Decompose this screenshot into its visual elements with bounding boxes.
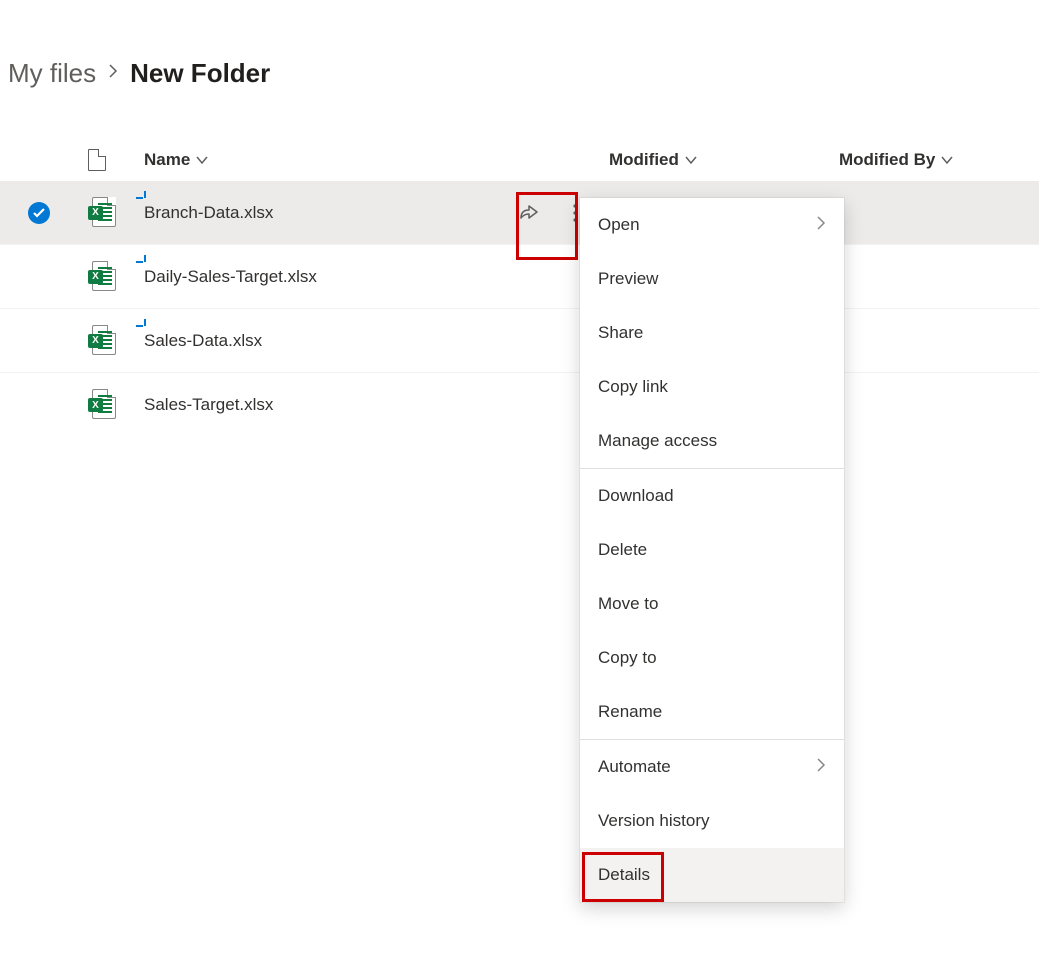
menu-item-label: Automate	[598, 757, 671, 777]
menu-item-label: Rename	[598, 702, 662, 722]
column-name-label: Name	[144, 150, 190, 170]
column-modifiedby-header[interactable]: Modified By	[839, 150, 1039, 170]
menu-item-version-history[interactable]: Version history	[580, 794, 844, 848]
file-row[interactable]: X Branch-Data.xlsx	[0, 181, 1039, 245]
menu-item-automate[interactable]: Automate	[580, 740, 844, 794]
file-icon	[88, 149, 106, 171]
chevron-right-icon	[816, 757, 826, 777]
excel-icon: X	[88, 197, 116, 229]
column-modifiedby-label: Modified By	[839, 150, 935, 170]
menu-item-manage-access[interactable]: Manage access	[580, 414, 844, 468]
column-modified-label: Modified	[609, 150, 679, 170]
menu-item-label: Details	[598, 865, 650, 885]
file-name-label: Sales-Target.xlsx	[144, 395, 273, 415]
file-name-label: Daily-Sales-Target.xlsx	[144, 267, 317, 287]
row-select[interactable]	[28, 202, 88, 224]
new-item-indicator-icon	[136, 255, 150, 269]
menu-item-label: Manage access	[598, 431, 717, 451]
menu-item-copy-link[interactable]: Copy link	[580, 360, 844, 414]
new-item-indicator-icon	[136, 191, 150, 205]
menu-item-label: Move to	[598, 594, 658, 614]
chevron-down-icon	[196, 150, 208, 170]
menu-item-label: Share	[598, 323, 643, 343]
file-row[interactable]: X Sales-Data.xlsx	[0, 309, 1039, 373]
breadcrumb: My files New Folder	[0, 0, 1039, 89]
menu-item-rename[interactable]: Rename	[580, 685, 844, 739]
menu-item-open[interactable]: Open	[580, 198, 844, 252]
excel-icon: X	[88, 389, 116, 421]
menu-item-copy-to[interactable]: Copy to	[580, 631, 844, 685]
file-list: Name Modified Modified By X	[0, 139, 1039, 437]
column-modified-header[interactable]: Modified	[609, 150, 839, 170]
menu-item-preview[interactable]: Preview	[580, 252, 844, 306]
file-name-label: Sales-Data.xlsx	[144, 331, 262, 351]
file-type-cell: X	[88, 389, 144, 421]
column-filetype	[88, 149, 144, 171]
menu-item-delete[interactable]: Delete	[580, 523, 844, 577]
menu-item-label: Open	[598, 215, 640, 235]
table-header-row: Name Modified Modified By	[0, 139, 1039, 181]
breadcrumb-current-label: New Folder	[130, 58, 270, 89]
menu-item-label: Delete	[598, 540, 647, 560]
breadcrumb-parent-label: My files	[8, 58, 96, 88]
chevron-down-icon	[941, 150, 953, 170]
chevron-right-icon	[108, 63, 118, 84]
file-name-cell[interactable]: Branch-Data.xlsx	[144, 203, 489, 223]
excel-icon: X	[88, 261, 116, 293]
menu-item-share[interactable]: Share	[580, 306, 844, 360]
file-name-cell[interactable]: Sales-Target.xlsx	[144, 395, 489, 415]
menu-item-label: Preview	[598, 269, 658, 289]
file-row[interactable]: X Daily-Sales-Target.xlsx	[0, 245, 1039, 309]
share-icon[interactable]	[517, 200, 539, 225]
new-item-indicator-icon	[136, 319, 150, 333]
menu-item-label: Download	[598, 486, 674, 506]
file-row[interactable]: X Sales-Target.xlsx	[0, 373, 1039, 437]
file-name-label: Branch-Data.xlsx	[144, 203, 273, 223]
file-name-cell[interactable]: Daily-Sales-Target.xlsx	[144, 267, 489, 287]
menu-item-label: Copy to	[598, 648, 657, 668]
context-menu: Open Preview Share Copy link Manage acce…	[580, 198, 844, 902]
excel-icon: X	[88, 325, 116, 357]
file-name-cell[interactable]: Sales-Data.xlsx	[144, 331, 489, 351]
menu-item-label: Version history	[598, 811, 710, 831]
menu-item-download[interactable]: Download	[580, 469, 844, 523]
checkmark-icon	[28, 202, 50, 224]
breadcrumb-parent-link[interactable]: My files	[8, 58, 96, 89]
menu-item-move-to[interactable]: Move to	[580, 577, 844, 631]
column-name-header[interactable]: Name	[144, 150, 609, 170]
menu-item-label: Copy link	[598, 377, 668, 397]
chevron-down-icon	[685, 150, 697, 170]
menu-item-details[interactable]: Details	[580, 848, 844, 902]
chevron-right-icon	[816, 215, 826, 235]
